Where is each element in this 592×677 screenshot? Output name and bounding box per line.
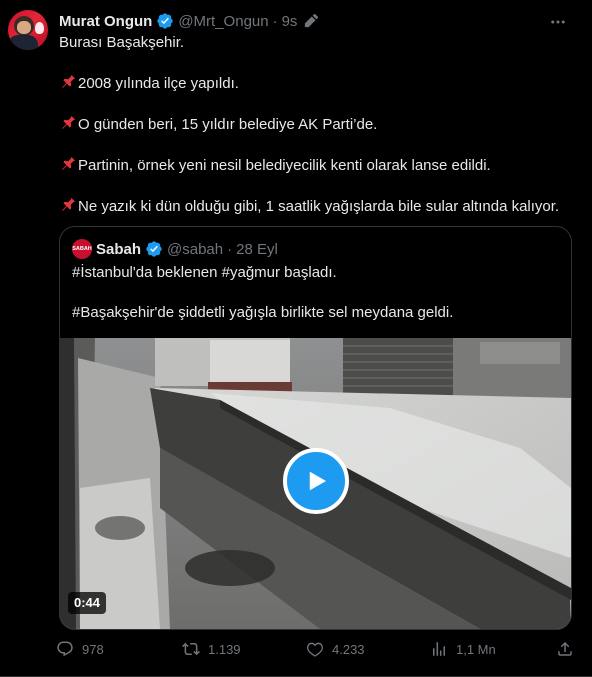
tweet-text: Burası Başakşehir. 2008 yılında ilçe yap… [59,33,579,217]
tweet-line: Ne yazık ki dün olduğu gibi, 1 saatlik y… [59,196,579,217]
like-button[interactable]: 4.233 [306,638,365,660]
reply-count: 978 [82,641,104,657]
views-icon [433,642,445,656]
video-player[interactable]: 0:44 [60,338,571,629]
author-name[interactable]: Murat Ongun [59,13,152,30]
verified-badge-icon [157,13,174,29]
quoted-time[interactable]: 28 Eyl [236,241,278,258]
share-icon [558,641,572,656]
play-button[interactable] [283,448,349,514]
like-icon [307,642,323,657]
repost-button[interactable]: 1.139 [182,638,241,660]
pushpin-icon [62,74,76,88]
tweet-line: 2008 yılında ilçe yapıldı. [59,73,579,94]
like-count: 4.233 [332,641,365,657]
share-button[interactable] [556,638,574,660]
views-count: 1,1 Mn [456,641,496,657]
edit-pencil-icon [305,13,319,27]
tweet-line: Partinin, örnek yeni nesil belediyecilik… [59,155,579,176]
reply-button[interactable]: 978 [56,638,104,660]
reply-icon [57,641,73,657]
tweet-time[interactable]: 9s [282,13,298,30]
play-icon [309,471,326,491]
quoted-line: #Başakşehir'de şiddetli yağışla birlikte… [72,304,454,321]
quoted-avatar[interactable]: SABAH [72,239,92,259]
repost-count: 1.139 [208,641,241,657]
separator-dot: · [272,12,278,30]
pushpin-icon [62,197,76,211]
quoted-header: SABAH Sabah @sabah · 28 Eyl [72,239,278,259]
views-button[interactable]: 1,1 Mn [430,638,496,660]
tweet-actions: 978 1.139 4.233 1,1 Mn [56,638,576,660]
quoted-tweet[interactable]: SABAH Sabah @sabah · 28 Eyl #İstanbul'da… [59,226,572,630]
tweet[interactable]: Murat Ongun @Mrt_Ongun · 9s Burası Başak… [0,0,592,677]
tweet-header: Murat Ongun @Mrt_Ongun · 9s [59,11,319,31]
quoted-line: #İstanbul'da beklenen #yağmur başladı. [72,264,337,281]
quoted-text: #İstanbul'da beklenen #yağmur başladı. #… [72,263,562,323]
pushpin-icon [62,156,76,170]
pushpin-icon [62,115,76,129]
verified-badge-icon [146,241,162,257]
author-avatar[interactable] [8,10,48,50]
author-handle[interactable]: @Mrt_Ongun [178,13,268,30]
video-duration: 0:44 [68,592,107,614]
more-icon[interactable] [546,10,570,34]
separator-dot: · [227,240,233,258]
tweet-line: Burası Başakşehir. [59,34,185,51]
repost-icon [182,642,200,656]
quoted-handle[interactable]: @sabah [167,241,223,258]
tweet-line: O günden beri, 15 yıldır belediye AK Par… [59,114,579,135]
quoted-name[interactable]: Sabah [96,241,141,258]
